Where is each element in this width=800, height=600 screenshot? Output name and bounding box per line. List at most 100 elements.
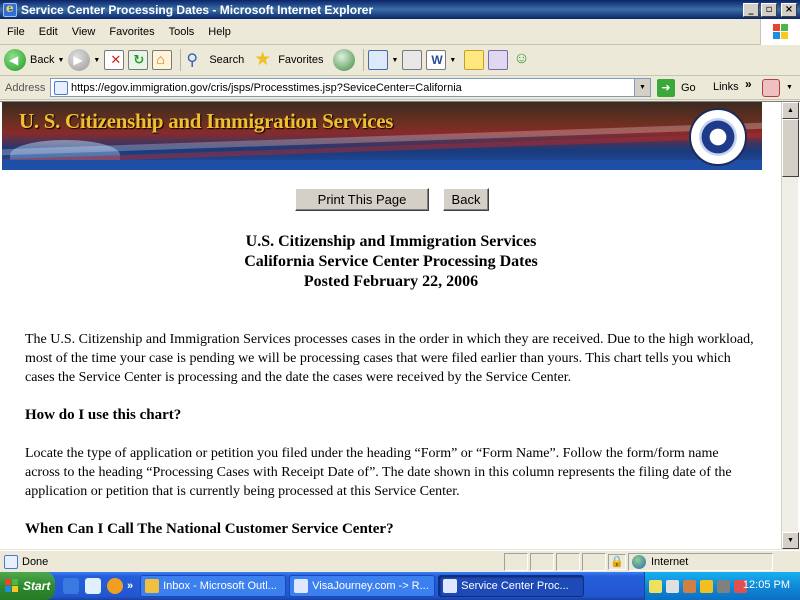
discuss-button[interactable] (464, 50, 485, 70)
history-icon (333, 49, 356, 71)
vertical-scrollbar[interactable]: ▲ ▼ (781, 102, 799, 549)
links-chevron-icon[interactable]: » (745, 77, 752, 91)
edit-dropdown-icon[interactable]: ▼ (449, 57, 456, 64)
refresh-button[interactable]: ↻ (128, 50, 149, 70)
page-back-button[interactable]: Back (443, 188, 489, 211)
taskbar: Start » Inbox - Microsoft Outl... VisaJo… (0, 572, 800, 600)
status-bar: Done 🔒 Internet (0, 550, 800, 572)
question-how-to-use: How do I use this chart? (25, 407, 182, 423)
print-this-page-button[interactable]: Print This Page (295, 188, 429, 211)
menu-tools[interactable]: Tools (162, 26, 202, 38)
page-status-icon (4, 554, 18, 569)
messenger-button[interactable]: ☺ (512, 50, 532, 70)
menu-bar: File Edit View Favorites Tools Help (0, 19, 800, 45)
address-url[interactable]: https://egov.immigration.gov/cris/jsps/P… (71, 82, 634, 94)
maximize-button[interactable]: ▫ (761, 2, 777, 17)
task-service-center[interactable]: Service Center Proc... (438, 575, 585, 597)
word-icon: W (426, 50, 447, 70)
address-dropdown-icon[interactable]: ▼ (634, 79, 650, 96)
status-cell (504, 552, 528, 571)
close-button[interactable]: × (781, 2, 797, 17)
back-label: Back (30, 54, 55, 66)
task-outlook[interactable]: Inbox - Microsoft Outl... (140, 575, 287, 597)
search-button[interactable]: ⚲ Search (185, 50, 244, 70)
media-player-quicklaunch-icon[interactable] (107, 578, 123, 594)
start-button[interactable]: Start (0, 572, 55, 600)
tray-pen-icon[interactable] (649, 579, 662, 593)
menu-favorites[interactable]: Favorites (102, 26, 161, 38)
menu-edit[interactable]: Edit (32, 26, 65, 38)
status-cell (530, 552, 554, 571)
history-button[interactable] (333, 49, 356, 71)
status-text: Done (22, 555, 49, 568)
uscis-banner: U. S. Citizenship and Immigration Servic… (2, 102, 762, 170)
stop-icon: ✕ (104, 50, 125, 70)
scroll-down-button[interactable]: ▼ (782, 532, 799, 549)
star-icon: ★ (254, 49, 272, 70)
mail-button[interactable]: ▼ (368, 50, 398, 70)
globe-icon (632, 554, 646, 569)
research-icon (488, 50, 509, 70)
search-label: Search (209, 54, 245, 66)
status-cell (556, 552, 580, 571)
windows-logo-icon (760, 19, 800, 45)
menu-help[interactable]: Help (201, 26, 238, 38)
back-dropdown-icon[interactable]: ▼ (57, 57, 64, 64)
task-visajourney[interactable]: VisaJourney.com -> R... (289, 575, 436, 597)
toolbar: ◀ Back ▼ ▶ ▼ ✕ ↻ ⌂ ⚲ Search ★ Favorites … (0, 45, 800, 76)
favorites-button[interactable]: ★ Favorites (254, 49, 324, 70)
edit-button[interactable]: W ▼ (426, 50, 456, 70)
ie-page-icon (443, 579, 458, 593)
scroll-up-button[interactable]: ▲ (782, 102, 799, 119)
back-button[interactable]: ◀ Back ▼ (4, 49, 64, 71)
links-button[interactable]: Links (713, 81, 739, 93)
dhs-seal-icon (689, 108, 747, 166)
favorites-label: Favorites (278, 54, 324, 66)
go-button[interactable]: ➜ Go (657, 79, 696, 97)
tray-clock-app-icon[interactable] (700, 579, 713, 593)
tray-sound-icon[interactable] (717, 579, 730, 593)
stop-button[interactable]: ✕ (104, 50, 125, 70)
clock[interactable]: 12:05 PM (743, 579, 790, 591)
forward-button[interactable]: ▶ ▼ (68, 49, 100, 71)
intro-paragraph: The U.S. Citizenship and Immigration Ser… (25, 332, 754, 385)
desktop-quicklaunch-icon[interactable] (85, 578, 101, 594)
search-icon: ⚲ (186, 52, 199, 69)
extension-dropdown-icon[interactable]: ▼ (786, 84, 793, 91)
scroll-thumb[interactable] (782, 119, 799, 177)
refresh-icon: ↻ (128, 50, 149, 70)
banner-band (2, 160, 762, 170)
mail-icon (368, 50, 389, 70)
window-titlebar[interactable]: Service Center Processing Dates - Micros… (0, 0, 800, 19)
tray-device-icon[interactable] (666, 579, 679, 593)
research-button[interactable] (488, 50, 509, 70)
heading-agency: U.S. Citizenship and Immigration Service… (245, 233, 537, 250)
minimize-button[interactable]: _ (743, 2, 759, 17)
heading-center: California Service Center Processing Dat… (244, 253, 538, 270)
address-label: Address (5, 81, 46, 94)
home-button[interactable]: ⌂ (152, 50, 173, 70)
print-button[interactable] (402, 50, 423, 70)
back-arrow-icon: ◀ (4, 49, 26, 71)
banner-title: U. S. Citizenship and Immigration Servic… (19, 109, 394, 133)
quicklaunch-chevron-icon[interactable]: » (127, 580, 133, 592)
zone-label: Internet (651, 555, 689, 568)
system-tray: 12:05 PM (644, 572, 800, 600)
tray-network-icon[interactable] (683, 579, 696, 593)
extension-icon[interactable] (762, 79, 780, 97)
mail-dropdown-icon[interactable]: ▼ (391, 57, 398, 64)
task-label: VisaJourney.com -> R... (312, 580, 429, 592)
messenger-icon: ☺ (513, 50, 530, 67)
ie-quicklaunch-icon[interactable] (63, 578, 79, 594)
address-input[interactable]: https://egov.immigration.gov/cris/jsps/P… (50, 78, 651, 97)
forward-dropdown-icon[interactable]: ▼ (93, 57, 100, 64)
heading-posted-date: Posted February 22, 2006 (303, 273, 479, 290)
ie-icon (3, 1, 17, 17)
page-content: U. S. Citizenship and Immigration Servic… (2, 102, 780, 549)
go-label: Go (681, 82, 696, 94)
lock-icon[interactable]: 🔒 (608, 553, 626, 570)
security-zone[interactable]: Internet (628, 552, 773, 571)
menu-file[interactable]: File (0, 26, 32, 38)
ie-page-icon (294, 579, 309, 593)
menu-view[interactable]: View (65, 26, 103, 38)
